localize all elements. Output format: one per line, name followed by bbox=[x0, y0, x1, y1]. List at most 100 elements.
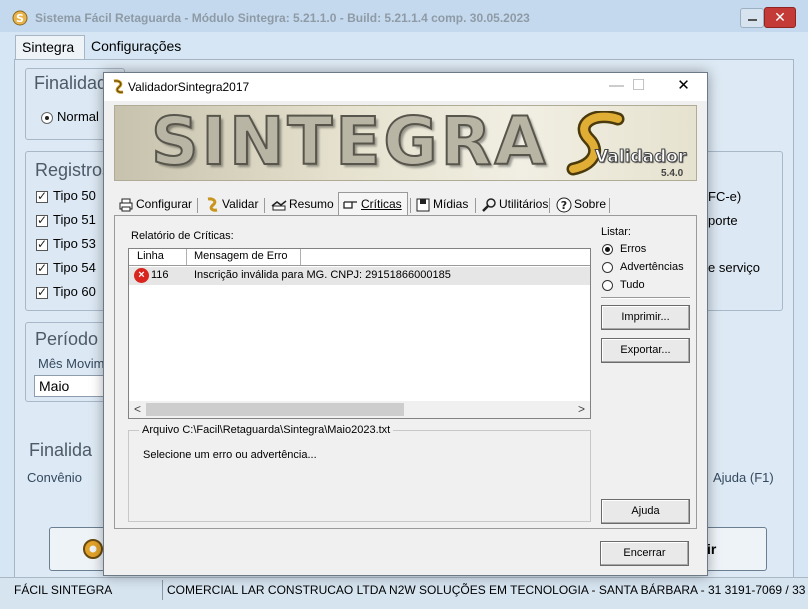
registros-right-group: FC-e) porte e serviço bbox=[705, 151, 783, 311]
listar-advertencias-radio[interactable]: Advertências bbox=[602, 261, 684, 273]
tipo60-checkbox[interactable] bbox=[36, 285, 48, 299]
banner-version: 5.4.0 bbox=[661, 168, 684, 179]
tipo51-label: Tipo 51 bbox=[53, 212, 96, 227]
scroll-left-arrow[interactable]: < bbox=[129, 401, 146, 418]
column-separator bbox=[300, 249, 301, 265]
ajuda-f1-label[interactable]: Ajuda (F1) bbox=[713, 470, 774, 485]
tab-validar[interactable]: Validar bbox=[200, 194, 262, 216]
row-line-number: 116 bbox=[151, 269, 169, 281]
listar-tudo-label: Tudo bbox=[620, 279, 645, 291]
mes-movimento-label: Mês Movim bbox=[38, 356, 105, 371]
tab-sintegra[interactable]: Sintegra bbox=[15, 35, 85, 59]
tab-criticas-label: Críticas bbox=[361, 197, 402, 211]
column-separator bbox=[186, 249, 187, 265]
tipo51-checkbox[interactable] bbox=[36, 213, 48, 227]
report-label: Relatório de Críticas: bbox=[131, 230, 234, 242]
svg-text:?: ? bbox=[561, 199, 567, 212]
tab-separator bbox=[475, 198, 476, 213]
app-logo-icon: S bbox=[12, 10, 28, 26]
arquivo-path-label: Arquivo C:\Facil\Retaguarda\Sintegra\Mai… bbox=[139, 424, 394, 436]
tab-sobre-label: Sobre bbox=[574, 197, 607, 211]
dialog-maximize-button[interactable]: ☐ bbox=[616, 75, 661, 99]
dialog-title: ValidadorSintegra2017 bbox=[128, 80, 250, 94]
periodo-title: Período bbox=[35, 329, 99, 349]
criticas-panel: Relatório de Críticas: Linha Mensagem de… bbox=[114, 215, 697, 529]
pointing-hand-icon bbox=[343, 201, 357, 209]
tab-validar-label: Validar bbox=[222, 197, 259, 211]
bg-gerar-button-label: ir bbox=[707, 541, 717, 557]
tools-icon bbox=[482, 198, 496, 212]
tab-criticas[interactable]: Críticas bbox=[338, 192, 408, 216]
criticas-grid[interactable]: Linha Mensagem de Erro × 116 Inscrição i… bbox=[128, 248, 591, 419]
imprimir-button[interactable]: Imprimir... bbox=[601, 305, 690, 330]
tab-configuracoes[interactable]: Configurações bbox=[85, 35, 195, 59]
svg-text:S: S bbox=[16, 12, 24, 25]
banner-sintegra-text: SINTEGRA bbox=[150, 105, 549, 180]
scroll-thumb[interactable] bbox=[146, 403, 404, 416]
tab-separator bbox=[549, 198, 550, 213]
bg-action-button[interactable] bbox=[49, 527, 109, 571]
right-label-nfce: FC-e) bbox=[708, 189, 742, 204]
status-bar: FÁCIL SINTEGRA COMERCIAL LAR CONSTRUCAO … bbox=[0, 577, 808, 609]
status-separator bbox=[162, 580, 163, 600]
main-minimize-button[interactable] bbox=[740, 8, 764, 28]
listar-tudo-radio[interactable]: Tudo bbox=[602, 279, 645, 291]
validator-app-icon bbox=[113, 79, 124, 94]
banner-validador-text: Validador bbox=[594, 147, 687, 168]
tab-utilitarios[interactable]: Utilitários bbox=[477, 194, 555, 216]
column-mensagem[interactable]: Mensagem de Erro bbox=[194, 250, 288, 262]
scroll-right-arrow[interactable]: > bbox=[573, 401, 590, 418]
radio-indicator bbox=[602, 244, 613, 255]
convenio-label: Convênio bbox=[27, 470, 82, 485]
tab-configurar-label: Configurar bbox=[136, 197, 193, 211]
finalidade-normal-radio[interactable] bbox=[41, 112, 53, 124]
error-icon: × bbox=[134, 268, 149, 283]
sintegra-banner: SINTEGRA Validador 5.4.0 bbox=[114, 105, 697, 181]
tipo54-checkbox[interactable] bbox=[36, 261, 48, 275]
main-close-button[interactable]: ✕ bbox=[764, 7, 796, 28]
tab-midias[interactable]: Mídias bbox=[411, 194, 473, 216]
summary-icon bbox=[271, 200, 287, 211]
listar-erros-label: Erros bbox=[620, 243, 647, 255]
encerrar-button[interactable]: Encerrar bbox=[600, 541, 689, 566]
tab-sobre[interactable]: ? Sobre bbox=[552, 194, 612, 216]
help-icon: ? bbox=[556, 197, 572, 213]
detail-message: Selecione um erro ou advertência... bbox=[143, 449, 317, 461]
row-message: Inscrição inválida para MG. CNPJ: 291518… bbox=[194, 269, 451, 281]
finalidade-normal-label: Normal bbox=[57, 109, 99, 124]
tipo53-checkbox[interactable] bbox=[36, 237, 48, 251]
tab-separator bbox=[609, 198, 610, 213]
tipo50-checkbox[interactable] bbox=[36, 189, 48, 203]
tipo54-label: Tipo 54 bbox=[53, 260, 96, 275]
dialog-titlebar: ValidadorSintegra2017 — ☐ ✕ bbox=[104, 73, 707, 101]
tab-midias-label: Mídias bbox=[433, 197, 469, 211]
grid-header: Linha Mensagem de Erro bbox=[129, 249, 590, 266]
right-label-servico: e serviço bbox=[708, 260, 761, 275]
bg-gerar-button[interactable]: ir bbox=[705, 527, 767, 571]
listar-advertencias-label: Advertências bbox=[620, 261, 684, 273]
radio-indicator bbox=[602, 280, 613, 291]
right-label-transporte: porte bbox=[708, 213, 738, 228]
exportar-button[interactable]: Exportar... bbox=[601, 338, 690, 363]
main-window-title: Sistema Fácil Retaguarda - Módulo Sinteg… bbox=[35, 11, 530, 25]
tipo53-label: Tipo 53 bbox=[53, 236, 96, 251]
tab-utilitarios-label: Utilitários bbox=[499, 197, 549, 211]
grid-horizontal-scrollbar[interactable]: < > bbox=[129, 401, 590, 418]
column-linha[interactable]: Linha bbox=[137, 250, 164, 262]
tab-resumo[interactable]: Resumo bbox=[267, 194, 337, 216]
main-titlebar: S Sistema Fácil Retaguarda - Módulo Sint… bbox=[0, 0, 808, 32]
table-row[interactable]: × 116 Inscrição inválida para MG. CNPJ: … bbox=[129, 267, 590, 285]
registros-title: Registros bbox=[35, 160, 112, 180]
ajuda-button[interactable]: Ajuda bbox=[601, 499, 690, 524]
status-app-name: FÁCIL SINTEGRA bbox=[14, 583, 113, 597]
tab-configurar[interactable]: Configurar bbox=[114, 194, 194, 216]
tab-separator bbox=[264, 198, 265, 213]
validate-icon bbox=[207, 197, 218, 212]
media-icon bbox=[416, 198, 430, 212]
finalidade2-title: Finalida bbox=[29, 440, 93, 460]
listar-erros-radio[interactable]: Erros bbox=[602, 243, 646, 255]
dialog-close-button[interactable]: ✕ bbox=[661, 75, 706, 99]
radio-indicator bbox=[602, 262, 613, 273]
banner-s-logo bbox=[566, 111, 625, 176]
tab-resumo-label: Resumo bbox=[289, 197, 334, 211]
